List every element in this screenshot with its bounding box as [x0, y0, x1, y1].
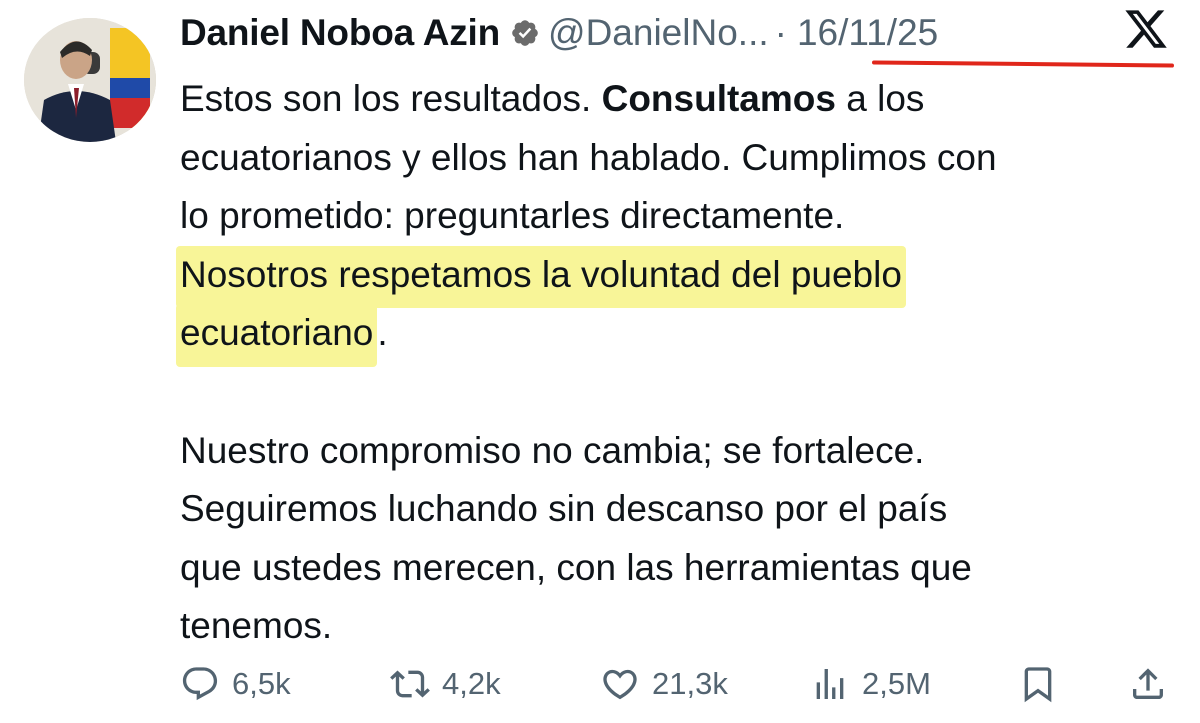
text-segment: Estos son los resultados.	[180, 78, 602, 119]
bold-text: Consultamos	[601, 78, 836, 119]
tweet-line: Nuestro compromiso no cambia; se fortale…	[180, 429, 925, 471]
repost-button[interactable]: 4,2k	[390, 660, 501, 708]
reply-count: 6,5k	[232, 666, 291, 701]
paragraph-break	[180, 363, 1180, 422]
tweet-action-bar: 6,5k 4,2k 21,3k 2,5M	[180, 660, 1180, 710]
date-annotation-underline	[871, 60, 1175, 68]
views-count: 2,5M	[862, 666, 931, 701]
tweet-line: lo prometido: preguntarles directamente.	[180, 195, 845, 237]
separator-dot: ·	[774, 12, 787, 53]
repost-icon	[390, 670, 430, 698]
tweet-text: Estos son los resultados. Consultamos a …	[176, 70, 1180, 656]
heart-icon	[603, 669, 637, 700]
tweet-line: Estos son los resultados. Consultamos a …	[180, 70, 1180, 129]
share-icon	[1133, 668, 1163, 699]
highlighted-text: Nosotros respetamos la voluntad del pueb…	[176, 245, 906, 309]
tweet-line: tenemos.	[180, 605, 333, 647]
like-button[interactable]: 21,3k	[600, 660, 728, 708]
tweet-line: ecuatoriano.	[176, 304, 1180, 367]
tweet-line: Nosotros respetamos la voluntad del pueb…	[176, 245, 1180, 309]
text-segment: a los	[835, 78, 925, 119]
reply-icon	[182, 667, 218, 701]
display-name[interactable]: Daniel Noboa Azin	[180, 12, 500, 54]
tweet-line: ecuatorianos y ellos han hablado. Cumpli…	[180, 136, 997, 178]
avatar[interactable]	[24, 18, 156, 142]
highlighted-text: ecuatoriano	[176, 304, 378, 367]
share-button[interactable]	[1128, 660, 1168, 708]
views-chart-icon	[816, 669, 844, 699]
views-button[interactable]: 2,5M	[810, 660, 931, 708]
bookmark-icon	[1024, 667, 1052, 703]
like-count: 21,3k	[652, 666, 728, 701]
text-segment: .	[377, 312, 388, 354]
user-handle[interactable]: @DanielNo...	[548, 12, 769, 54]
tweet-line: Seguiremos luchando sin descanso por el …	[180, 488, 948, 530]
tweet-header: Daniel Noboa Azin @DanielNo... · 16/11/2…	[180, 6, 938, 60]
tweet-line: que ustedes merecen, con las herramienta…	[180, 546, 972, 588]
reply-button[interactable]: 6,5k	[180, 660, 291, 708]
bookmark-button[interactable]	[1018, 660, 1058, 708]
tweet-date[interactable]: 16/11/25	[797, 12, 938, 54]
verified-badge-icon[interactable]	[510, 18, 540, 48]
repost-count: 4,2k	[442, 666, 501, 701]
x-logo-icon	[1122, 6, 1170, 52]
avatar-photo	[24, 18, 156, 142]
